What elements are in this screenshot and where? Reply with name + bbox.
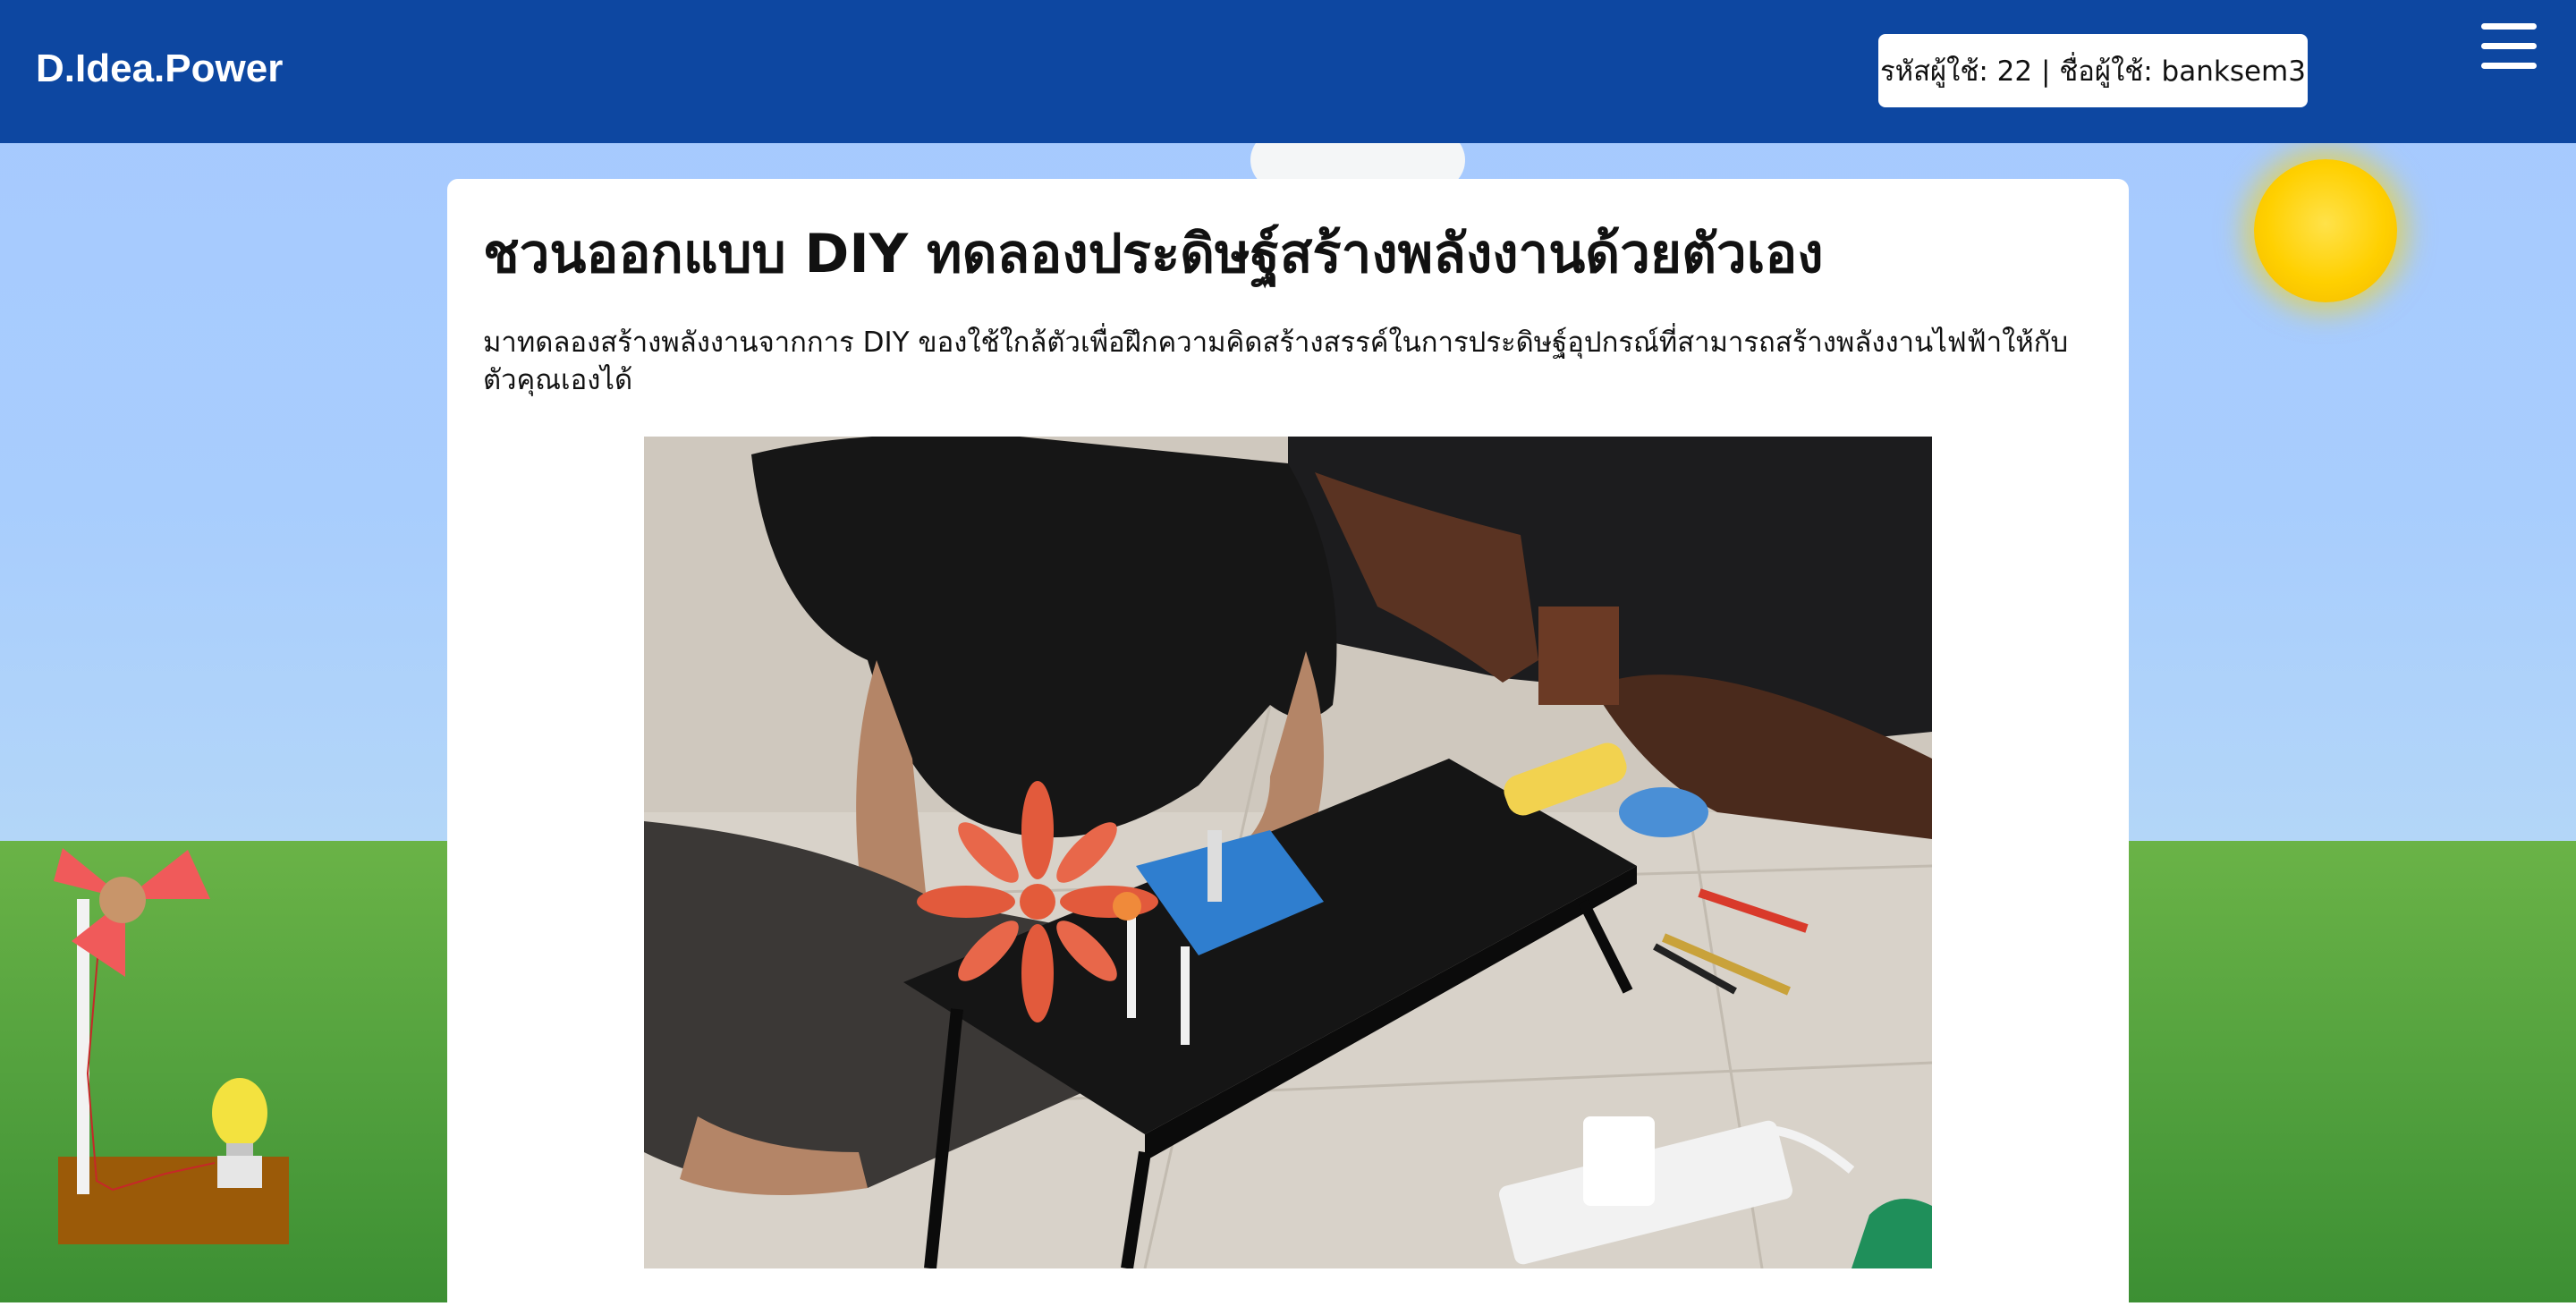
sun-icon: [2254, 159, 2397, 302]
photo-icon: [644, 437, 1932, 1268]
lightbulb-icon: [212, 1078, 267, 1148]
windmill-hub: [99, 877, 146, 923]
hamburger-line: [2481, 43, 2537, 49]
brand-logo[interactable]: D.Idea.Power: [36, 47, 283, 91]
windmill-icon: [54, 848, 289, 1244]
article-description: มาทดลองสร้างพลังงานจากการ DIY ของใช้ใกล้…: [483, 327, 2069, 396]
top-navbar: D.Idea.Power รหัสผู้ใช้: 22 | ชื่อผู้ใช้…: [0, 0, 2576, 143]
article-card: ชวนออกแบบ DIY ทดลองประดิษฐ์สร้างพลังงานด…: [447, 179, 2129, 1315]
hamburger-line: [2481, 23, 2537, 30]
article-photo: [644, 437, 1932, 1268]
bulb-socket: [226, 1143, 253, 1158]
user-info-badge: รหัสผู้ใช้: 22 | ชื่อผู้ใช้: banksem3: [1878, 34, 2308, 107]
hamburger-icon[interactable]: [2481, 23, 2538, 70]
article-title: ชวนออกแบบ DIY ทดลองประดิษฐ์สร้างพลังงานด…: [483, 223, 1824, 285]
hamburger-line: [2481, 63, 2537, 69]
bulb-base: [217, 1156, 262, 1188]
